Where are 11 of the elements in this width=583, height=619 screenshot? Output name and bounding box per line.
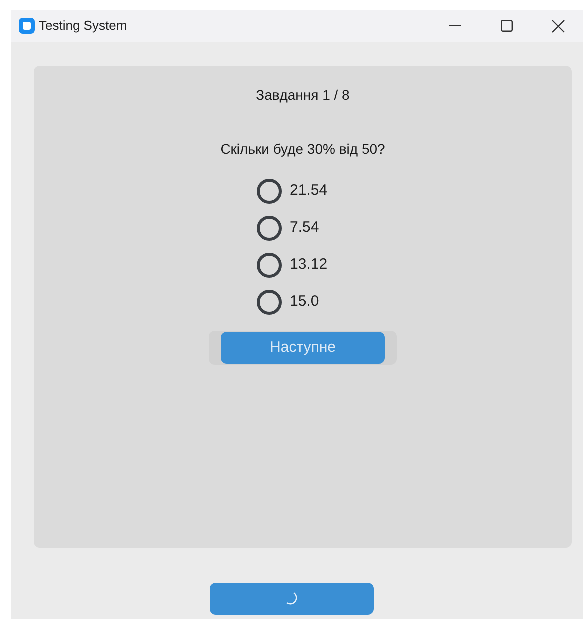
answer-option[interactable]: 7.54 (257, 215, 357, 241)
answer-option[interactable]: 13.12 (257, 252, 357, 278)
question-text: Скільки буде 30% від 50? (220, 140, 386, 159)
maximize-icon (501, 20, 513, 32)
minimize-icon (449, 25, 461, 27)
app-icon (19, 18, 35, 34)
answer-option[interactable]: 21.54 (257, 178, 357, 204)
close-icon (552, 20, 564, 32)
task-counter: Завдання 1 / 8 (256, 86, 350, 105)
answer-option[interactable]: 15.0 (257, 289, 357, 315)
window-title: Testing System (39, 17, 128, 36)
